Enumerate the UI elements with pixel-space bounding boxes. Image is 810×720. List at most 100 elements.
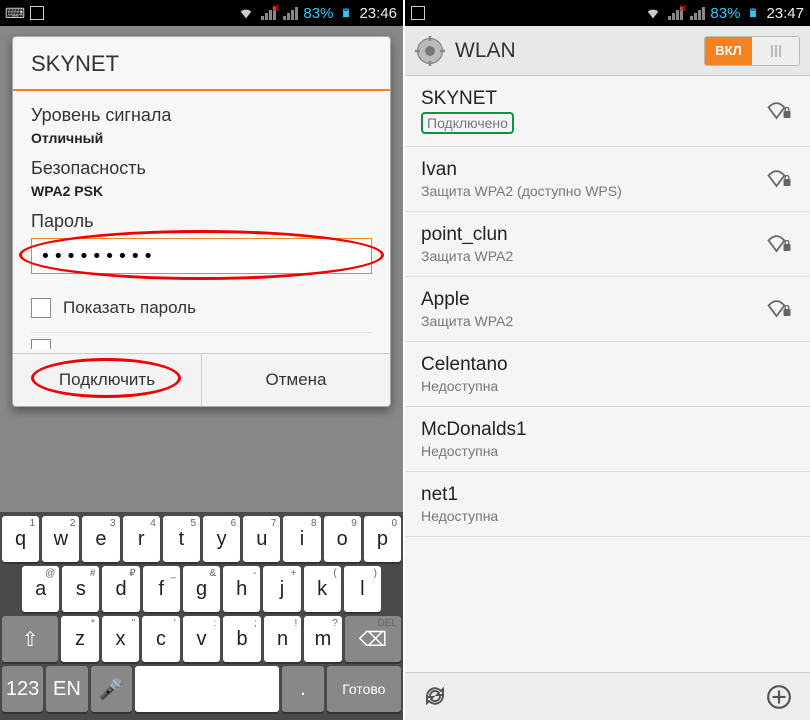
key-p[interactable]: 0p <box>364 516 401 562</box>
connect-button[interactable]: Подключить <box>13 354 202 406</box>
key-l[interactable]: )l <box>344 566 381 612</box>
wifi-secure-icon <box>766 233 794 255</box>
wifi-secure-icon <box>766 168 794 190</box>
bottom-bar <box>405 672 810 720</box>
dialog-title: SKYNET <box>13 37 390 91</box>
refresh-icon[interactable] <box>423 684 449 710</box>
password-label: Пароль <box>31 211 372 232</box>
toggle-handle <box>752 37 799 65</box>
key-e[interactable]: 3e <box>82 516 119 562</box>
network-list[interactable]: SKYNETПодключено Ivan Защита WPA2 (доступн… <box>405 76 810 672</box>
key-r[interactable]: 4r <box>123 516 160 562</box>
key-i[interactable]: 8i <box>283 516 320 562</box>
signal-strength-value: Отличный <box>31 130 372 146</box>
signal-strength-label: Уровень сигнала <box>31 105 372 126</box>
toggle-on-label: ВКЛ <box>705 37 752 65</box>
network-status: Защита WPA2 <box>421 248 766 264</box>
network-status: Подключено <box>421 112 766 134</box>
key-h[interactable]: -h <box>223 566 260 612</box>
network-name: Apple <box>421 289 766 311</box>
key-готово[interactable]: Готово <box>327 666 401 712</box>
advanced-row-partial[interactable] <box>31 332 372 349</box>
battery-icon <box>337 5 355 21</box>
key-w[interactable]: 2w <box>42 516 79 562</box>
network-item[interactable]: McDonalds1 Недоступна <box>405 407 810 472</box>
password-input[interactable] <box>31 238 372 274</box>
key-y[interactable]: 6y <box>203 516 240 562</box>
key-n[interactable]: !n <box>264 616 302 662</box>
clock: 23:47 <box>766 5 804 22</box>
battery-percent: 83% <box>303 5 333 22</box>
key-space[interactable] <box>135 666 280 712</box>
network-status: Недоступна <box>421 443 794 459</box>
signal-icon <box>688 5 706 21</box>
battery-percent: 83% <box>710 5 740 22</box>
wifi-icon <box>644 5 662 21</box>
network-name: Ivan <box>421 159 766 181</box>
key-⇧[interactable]: ⇧ <box>2 616 58 662</box>
soft-keyboard: 1q2w3e4r5t6y7u8i9o0p @a#s₽d_f&g-h+j(k)l … <box>0 512 403 720</box>
network-status: Недоступна <box>421 508 794 524</box>
network-item[interactable]: SKYNETПодключено <box>405 76 810 147</box>
gear-icon[interactable] <box>415 36 445 66</box>
signal-icon <box>281 5 299 21</box>
network-status: Недоступна <box>421 378 794 394</box>
key-a[interactable]: @a <box>22 566 59 612</box>
network-status: Защита WPA2 <box>421 313 766 329</box>
wifi-secure-icon <box>766 100 794 122</box>
network-item[interactable]: Ivan Защита WPA2 (доступно WPS) <box>405 147 810 212</box>
clock: 23:46 <box>359 5 397 22</box>
key-g[interactable]: &g <box>183 566 220 612</box>
key-z[interactable]: *z <box>61 616 99 662</box>
show-password-row[interactable]: Показать пароль <box>31 284 372 332</box>
wifi-connect-dialog: SKYNET Уровень сигнала Отличный Безопасн… <box>12 36 391 407</box>
partial-checkbox <box>31 339 51 349</box>
wifi-icon <box>237 5 255 21</box>
battery-icon <box>744 5 762 21</box>
screenshot-indicator-icon <box>411 6 425 20</box>
key-s[interactable]: #s <box>62 566 99 612</box>
screenshot-indicator-icon <box>30 6 44 20</box>
network-status: Защита WPA2 (доступно WPS) <box>421 183 766 199</box>
key-f[interactable]: _f <box>143 566 180 612</box>
key-t[interactable]: 5t <box>163 516 200 562</box>
key-.[interactable]: . <box>282 666 323 712</box>
key-j[interactable]: +j <box>263 566 300 612</box>
key-u[interactable]: 7u <box>243 516 280 562</box>
status-bar-right: 83% 23:47 <box>405 0 810 26</box>
security-value: WPA2 PSK <box>31 183 372 199</box>
add-network-icon[interactable] <box>766 684 792 710</box>
key-EN[interactable]: EN <box>46 666 87 712</box>
network-name: SKYNET <box>421 88 766 110</box>
key-123[interactable]: 123 <box>2 666 43 712</box>
key-m[interactable]: ?m <box>304 616 342 662</box>
network-name: McDonalds1 <box>421 419 794 441</box>
network-item[interactable]: CelentanoНедоступна <box>405 342 810 407</box>
page-title: WLAN <box>455 39 694 63</box>
key-k[interactable]: (k <box>304 566 341 612</box>
key-x[interactable]: "x <box>102 616 140 662</box>
status-bar-left: ⌨ 83% 23:46 <box>0 0 403 26</box>
network-item[interactable]: net1 Недоступна <box>405 472 810 537</box>
key-o[interactable]: 9o <box>324 516 361 562</box>
key-c[interactable]: 'c <box>142 616 180 662</box>
key-🎤[interactable]: 🎤 <box>91 666 132 712</box>
keyboard-indicator-icon: ⌨ <box>6 5 24 21</box>
key-v[interactable]: :v <box>183 616 221 662</box>
key-d[interactable]: ₽d <box>102 566 139 612</box>
network-item[interactable]: Apple Защита WPA2 <box>405 277 810 342</box>
show-password-checkbox[interactable] <box>31 298 51 318</box>
show-password-label: Показать пароль <box>63 298 196 318</box>
network-item[interactable]: point_clunЗащита WPA2 <box>405 212 810 277</box>
key-b[interactable]: ;b <box>223 616 261 662</box>
no-signal-icon <box>259 5 277 21</box>
wlan-header: WLAN ВКЛ <box>405 26 810 76</box>
network-name: net1 <box>421 484 794 506</box>
wlan-toggle[interactable]: ВКЛ <box>704 36 800 66</box>
key-⌫[interactable]: ⌫DEL <box>345 616 401 662</box>
security-label: Безопасность <box>31 158 372 179</box>
connect-button-label: Подключить <box>59 370 155 389</box>
wifi-secure-icon <box>766 298 794 320</box>
key-q[interactable]: 1q <box>2 516 39 562</box>
cancel-button[interactable]: Отмена <box>202 354 390 406</box>
